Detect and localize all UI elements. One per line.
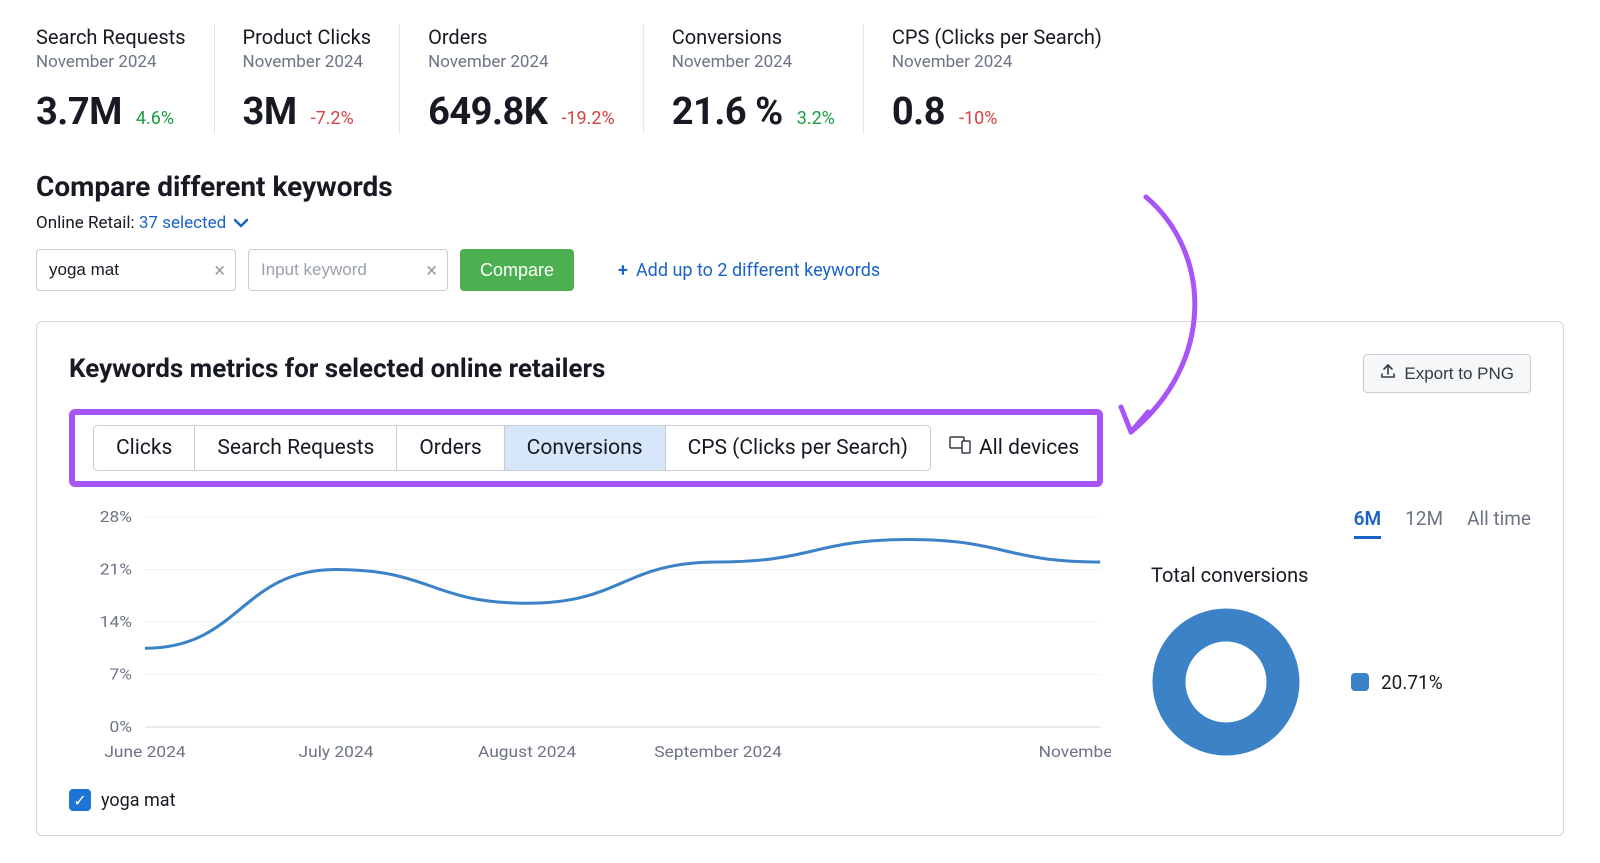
- keyword-field-2[interactable]: [261, 260, 411, 280]
- stat-title: CPS (Clicks per Search): [892, 24, 1102, 50]
- line-chart-area: 0% 7% 14% 21% 28% June 2024 July 2024 August 20…: [69, 507, 1111, 811]
- series-legend-label: yoga mat: [101, 790, 175, 811]
- svg-text:7%: 7%: [109, 666, 131, 684]
- series-checkbox[interactable]: ✓: [69, 789, 91, 811]
- chart-panel-title: Keywords metrics for selected online ret…: [69, 354, 605, 384]
- range-tab-alltime[interactable]: All time: [1467, 507, 1531, 539]
- donut-legend: 20.71%: [1351, 671, 1443, 694]
- compare-button[interactable]: Compare: [460, 249, 574, 291]
- compare-category: Online Retail: 37 selected: [36, 213, 1564, 233]
- tab-cps[interactable]: CPS (Clicks per Search): [666, 426, 930, 470]
- stat-period: November 2024: [428, 52, 615, 72]
- legend-swatch-icon: [1351, 673, 1369, 691]
- range-tabs: 6M 12M All time: [1151, 507, 1531, 539]
- chart-panel: Keywords metrics for selected online ret…: [36, 321, 1564, 836]
- export-icon: [1380, 363, 1396, 384]
- keyword-field-1[interactable]: [49, 260, 199, 280]
- stat-period: November 2024: [36, 52, 186, 72]
- stat-delta: 4.6%: [136, 108, 174, 129]
- keyword-input-1[interactable]: ×: [36, 249, 236, 291]
- metric-tabs-highlight: Clicks Search Requests Orders Conversion…: [69, 409, 1103, 487]
- tab-conversions[interactable]: Conversions: [505, 426, 666, 470]
- svg-text:September 2024: September 2024: [654, 744, 782, 762]
- stat-value: 21.6 %: [672, 90, 783, 134]
- stat-delta: 3.2%: [797, 108, 835, 129]
- svg-text:14%: 14%: [100, 614, 132, 632]
- stat-title: Orders: [428, 24, 615, 50]
- selected-count-label: 37 selected: [139, 213, 226, 233]
- compare-category-label: Online Retail:: [36, 213, 135, 233]
- stat-value: 649.8K: [428, 90, 547, 134]
- stat-card-orders: Orders November 2024 649.8K -19.2%: [428, 24, 644, 134]
- svg-text:21%: 21%: [100, 561, 132, 579]
- clear-icon[interactable]: ×: [214, 260, 225, 280]
- stat-delta: -10%: [959, 108, 997, 129]
- keyword-input-2[interactable]: ×: [248, 249, 448, 291]
- clear-icon[interactable]: ×: [426, 260, 437, 280]
- stat-period: November 2024: [892, 52, 1102, 72]
- stat-delta: -7.2%: [311, 108, 354, 129]
- stat-period: November 2024: [672, 52, 835, 72]
- svg-text:November 2024: November 2024: [1039, 744, 1111, 762]
- device-filter-label: All devices: [979, 436, 1079, 460]
- export-label: Export to PNG: [1404, 364, 1514, 384]
- chart-right-panel: 6M 12M All time Total conversions 20.71%: [1151, 507, 1531, 757]
- add-keywords-label: Add up to 2 different keywords: [636, 260, 880, 281]
- donut-value-label: 20.71%: [1381, 671, 1443, 694]
- compare-heading: Compare different keywords: [36, 170, 1564, 203]
- donut-chart: [1151, 607, 1301, 757]
- compare-section: Compare different keywords Online Retail…: [36, 170, 1564, 291]
- tab-search-requests[interactable]: Search Requests: [195, 426, 397, 470]
- donut-title: Total conversions: [1151, 563, 1531, 587]
- stat-period: November 2024: [243, 52, 372, 72]
- stat-title: Conversions: [672, 24, 835, 50]
- svg-text:August 2024: August 2024: [478, 744, 576, 762]
- range-tab-12m[interactable]: 12M: [1405, 507, 1443, 539]
- stat-title: Product Clicks: [243, 24, 372, 50]
- metric-tabs: Clicks Search Requests Orders Conversion…: [93, 425, 931, 471]
- stat-card-search-requests: Search Requests November 2024 3.7M 4.6%: [36, 24, 215, 134]
- stat-value: 3M: [243, 90, 297, 134]
- tab-clicks[interactable]: Clicks: [94, 426, 195, 470]
- series-legend[interactable]: ✓ yoga mat: [69, 789, 1111, 811]
- plus-icon: +: [618, 260, 628, 281]
- stat-title: Search Requests: [36, 24, 186, 50]
- stat-card-cps: CPS (Clicks per Search) November 2024 0.…: [892, 24, 1130, 134]
- selected-count-dropdown[interactable]: 37 selected: [139, 213, 249, 233]
- stat-value: 3.7M: [36, 90, 122, 134]
- device-filter-dropdown[interactable]: All devices: [949, 436, 1079, 460]
- stat-value: 0.8: [892, 90, 945, 134]
- conversions-line-chart: 0% 7% 14% 21% 28% June 2024 July 2024 August 20…: [69, 507, 1111, 767]
- stat-card-conversions: Conversions November 2024 21.6 % 3.2%: [672, 24, 864, 134]
- tab-orders[interactable]: Orders: [397, 426, 504, 470]
- add-keywords-link[interactable]: + Add up to 2 different keywords: [618, 260, 880, 281]
- svg-text:0%: 0%: [109, 719, 131, 737]
- stat-delta: -19.2%: [561, 108, 614, 129]
- devices-icon: [949, 436, 971, 460]
- svg-text:July 2024: July 2024: [299, 744, 374, 762]
- stat-cards-row: Search Requests November 2024 3.7M 4.6% …: [36, 24, 1564, 134]
- svg-text:June 2024: June 2024: [104, 744, 185, 762]
- chevron-down-icon: [234, 213, 248, 233]
- range-tab-6m[interactable]: 6M: [1354, 507, 1381, 539]
- export-png-button[interactable]: Export to PNG: [1363, 354, 1531, 393]
- svg-text:28%: 28%: [100, 509, 132, 527]
- stat-card-product-clicks: Product Clicks November 2024 3M -7.2%: [243, 24, 401, 134]
